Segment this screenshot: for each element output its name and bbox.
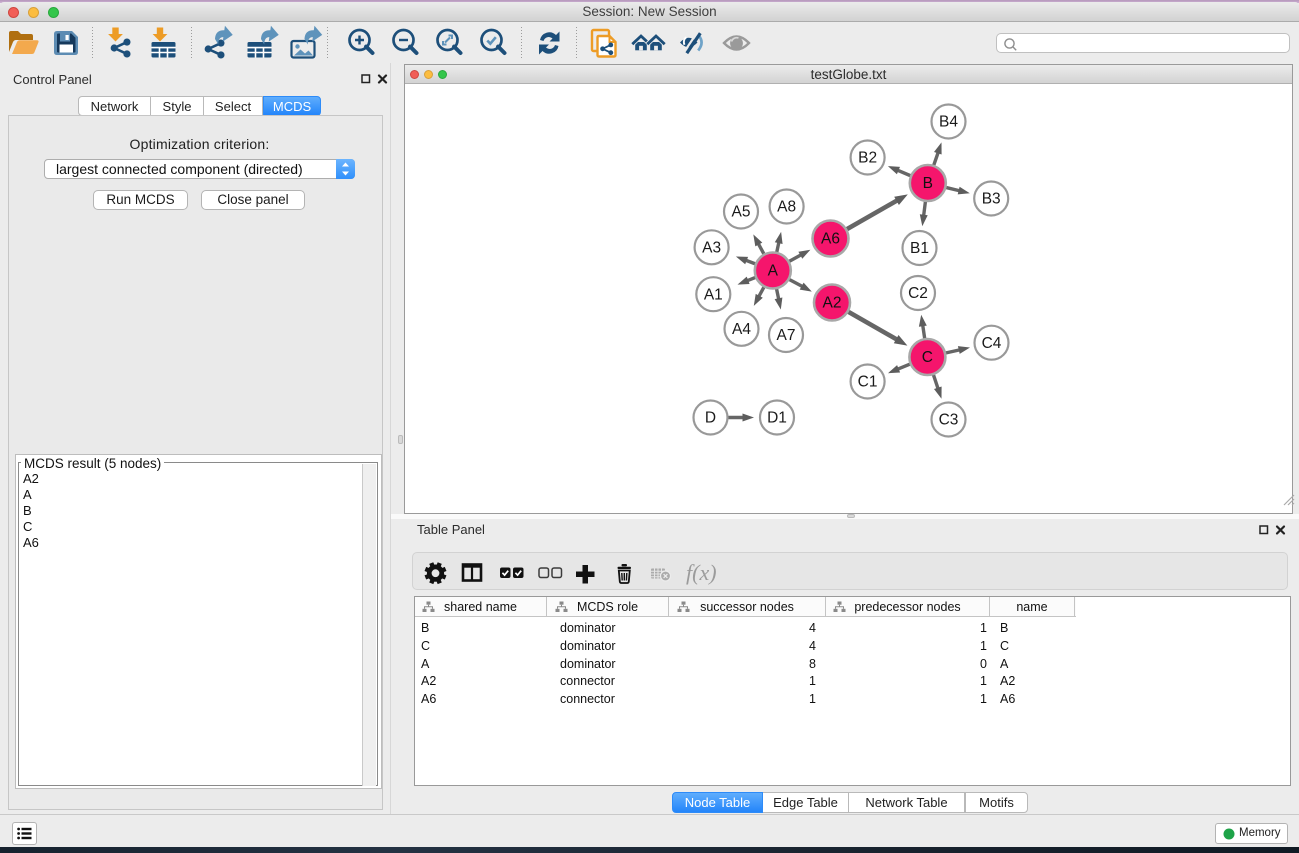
svg-text:C1: C1 [858, 374, 878, 391]
svg-text:A6: A6 [821, 231, 840, 248]
svg-text:f(x): f(x) [686, 560, 717, 585]
svg-text:B3: B3 [982, 191, 1001, 208]
svg-text:D: D [705, 410, 716, 427]
svg-text:A4: A4 [732, 321, 751, 338]
svg-text:C3: C3 [939, 412, 959, 429]
svg-text:A1: A1 [704, 286, 723, 303]
svg-text:B: B [923, 175, 933, 192]
svg-text:A8: A8 [777, 199, 796, 216]
svg-text:D1: D1 [767, 410, 787, 427]
svg-text:C2: C2 [908, 285, 928, 302]
svg-text:B4: B4 [939, 114, 958, 131]
svg-text:C4: C4 [982, 335, 1002, 352]
svg-text:C: C [922, 349, 933, 366]
svg-text:A7: A7 [777, 327, 796, 344]
svg-text:A: A [768, 263, 779, 280]
svg-text:A5: A5 [732, 204, 751, 221]
svg-text:A3: A3 [702, 240, 721, 257]
svg-text:B1: B1 [910, 240, 929, 257]
svg-text:B2: B2 [858, 150, 877, 167]
svg-text:A2: A2 [823, 295, 842, 312]
